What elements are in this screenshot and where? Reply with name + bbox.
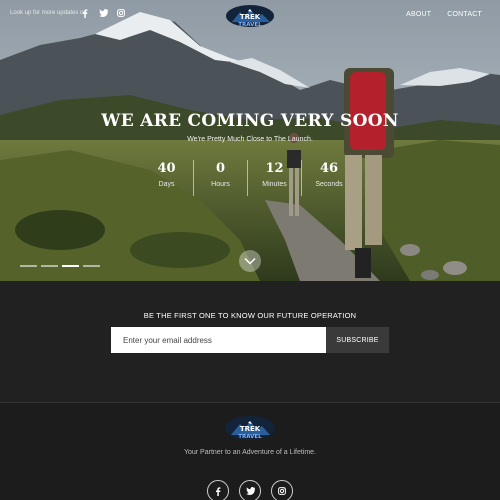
main-nav: ABOUT CONTACT <box>406 11 482 18</box>
facebook-icon[interactable] <box>80 8 90 18</box>
hero-subheadline: We're Pretty Much Close to The Launch. <box>187 136 313 143</box>
subscribe-title: BE THE FIRST ONE TO KNOW OUR FUTURE OPER… <box>143 311 357 320</box>
instagram-icon[interactable] <box>116 8 126 18</box>
subscribe-section: BE THE FIRST ONE TO KNOW OUR FUTURE OPER… <box>0 281 500 402</box>
logo-text: TREK <box>240 13 261 21</box>
footer-logo-text: TREK <box>240 425 261 433</box>
chevron-down-icon <box>244 257 256 265</box>
countdown-seconds-value: 46 <box>319 161 339 176</box>
footer-logo[interactable]: TREK TRAVEL <box>223 415 277 443</box>
hero-headline: WE ARE COMING VERY SOON <box>101 111 399 131</box>
footer-instagram-icon[interactable] <box>271 480 293 500</box>
footer-logo-subtext: TRAVEL <box>238 434 262 440</box>
social-lookup-text: Look up for more updates on <box>10 10 87 16</box>
countdown-hours: 0 Hours <box>194 160 248 196</box>
site-logo[interactable]: TREK TRAVEL <box>224 4 276 30</box>
slider-dot-2[interactable] <box>41 265 58 267</box>
slider-dot-3[interactable] <box>62 265 79 267</box>
subscribe-button[interactable]: SUBSCRIBE <box>326 327 389 353</box>
slider-dot-4[interactable] <box>83 265 100 267</box>
scroll-down-button[interactable] <box>239 250 261 272</box>
countdown-hours-value: 0 <box>215 161 226 176</box>
countdown-seconds: 46 Seconds <box>302 160 356 196</box>
top-social-links <box>80 8 126 18</box>
twitter-icon[interactable] <box>98 8 108 18</box>
nav-about[interactable]: ABOUT <box>406 11 431 18</box>
email-input[interactable] <box>111 327 326 353</box>
countdown-days-value: 40 <box>157 161 176 176</box>
top-bar: Look up for more updates on TREK TRAVEL … <box>0 0 500 32</box>
footer-social-links <box>207 480 293 500</box>
countdown-days-label: Days <box>158 181 175 188</box>
logo-subtext: TRAVEL <box>238 22 262 28</box>
countdown-minutes-label: Minutes <box>262 181 287 188</box>
countdown-minutes: 12 Minutes <box>248 160 302 196</box>
nav-contact[interactable]: CONTACT <box>447 11 482 18</box>
slider-dots <box>20 265 100 267</box>
footer: TREK TRAVEL Your Partner to an Adventure… <box>0 402 500 500</box>
countdown-seconds-label: Seconds <box>315 181 343 188</box>
countdown-hours-label: Hours <box>211 181 230 188</box>
countdown-days: 40 Days <box>140 160 194 196</box>
footer-twitter-icon[interactable] <box>239 480 261 500</box>
slider-dot-1[interactable] <box>20 265 37 267</box>
hero-section: Look up for more updates on TREK TRAVEL … <box>0 0 500 281</box>
countdown-timer: 40 Days 0 Hours 12 Minutes 46 Seconds <box>140 160 356 196</box>
countdown-minutes-value: 12 <box>265 161 284 176</box>
footer-tagline: Your Partner to an Adventure of a Lifeti… <box>183 449 317 456</box>
footer-facebook-icon[interactable] <box>207 480 229 500</box>
